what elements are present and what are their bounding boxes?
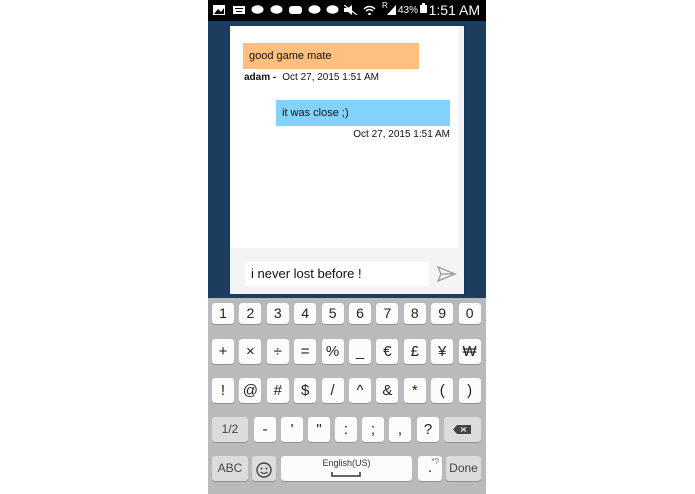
symbol-row-1: + × ÷ =% _ € £ ¥ ₩ xyxy=(208,337,486,365)
send-icon[interactable] xyxy=(435,263,457,285)
symbol-key[interactable]: £ xyxy=(403,339,426,364)
number-key[interactable]: 2 xyxy=(239,303,262,324)
symbol-key[interactable]: ( xyxy=(431,378,454,403)
number-row: 1234567890 xyxy=(208,298,486,328)
message-bubble-incoming: good game mate xyxy=(243,43,419,69)
symbol-key[interactable]: ' xyxy=(281,417,303,442)
chat-icon xyxy=(308,5,321,14)
number-key[interactable]: 1 xyxy=(212,303,234,324)
chat-icon xyxy=(270,5,283,14)
backspace-key[interactable] xyxy=(444,417,481,442)
symbol-keyboard: 1234567890 + × ÷ =% _ € £ ¥ ₩ ! @ # $ / ^ & *() 1/2- ' ":… xyxy=(208,298,486,494)
phone-screen: R 43% 1:51 AM good game mate adam - Oct 2… xyxy=(208,0,486,494)
signal-icon xyxy=(386,5,396,15)
symbol-key[interactable]: * xyxy=(403,378,426,403)
symbol-key[interactable]: @ xyxy=(239,378,262,403)
symbol-key[interactable]: , xyxy=(389,417,411,442)
status-time: 1:51 AM xyxy=(428,2,480,18)
mute-icon xyxy=(344,5,357,15)
symbol-key[interactable]: " xyxy=(308,417,330,442)
symbol-key[interactable]: / xyxy=(321,378,344,403)
message-timestamp: Oct 27, 2015 1:51 AM xyxy=(353,129,450,140)
bottom-row: ABC English(US) *? . Done xyxy=(208,454,486,484)
number-key[interactable]: 6 xyxy=(349,303,371,324)
number-key[interactable]: 3 xyxy=(266,303,289,324)
symbol-key[interactable]: - xyxy=(254,417,276,442)
number-key[interactable]: 0 xyxy=(458,303,481,324)
number-key[interactable]: 4 xyxy=(294,303,317,324)
symbol-key[interactable]: ) xyxy=(458,378,481,403)
symbol-key[interactable]: _ xyxy=(349,339,371,364)
symbol-key[interactable]: : xyxy=(335,417,357,442)
gamepad-icon xyxy=(289,6,302,14)
number-key[interactable]: 8 xyxy=(403,303,426,324)
symbol-key[interactable]: ? xyxy=(417,417,439,442)
message-input[interactable]: i never lost before ! xyxy=(245,262,429,286)
symbol-key[interactable]: + xyxy=(212,339,234,364)
period-key[interactable]: *? . xyxy=(418,456,442,481)
number-key[interactable]: 5 xyxy=(321,303,344,324)
symbol-row-3: 1/2- ' ":;,? xyxy=(208,415,486,443)
emoji-key[interactable] xyxy=(252,456,276,481)
symbol-key[interactable]: € xyxy=(376,339,399,364)
symbol-key[interactable]: = xyxy=(294,339,317,364)
symbol-key[interactable]: ^ xyxy=(349,378,371,403)
symbol-key[interactable]: # xyxy=(266,378,289,403)
space-key[interactable]: English(US) xyxy=(281,456,412,481)
photo-icon xyxy=(213,5,225,15)
symbol-key[interactable]: × xyxy=(239,339,262,364)
status-bar: R 43% 1:51 AM xyxy=(208,0,486,21)
message-list[interactable]: good game mate adam - Oct 27, 2015 1:51 A… xyxy=(230,26,458,248)
symbol-key[interactable]: ₩ xyxy=(458,339,481,364)
chat-icon xyxy=(251,5,264,14)
symbol-key[interactable]: ÷ xyxy=(266,339,289,364)
symbol-key[interactable]: & xyxy=(376,378,399,403)
battery-icon xyxy=(420,3,427,13)
battery-percent: 43% xyxy=(398,5,419,16)
wifi-icon xyxy=(363,5,376,15)
emoji-icon xyxy=(256,462,272,478)
symbol-key[interactable]: ; xyxy=(362,417,384,442)
chat-panel: good game mate adam - Oct 27, 2015 1:51 A… xyxy=(230,26,464,294)
chat-icon xyxy=(326,5,339,14)
period-hint: *? xyxy=(431,457,439,466)
space-key-label: English(US) xyxy=(322,458,371,468)
space-bar-icon xyxy=(331,472,361,477)
done-key[interactable]: Done xyxy=(446,456,481,481)
symbol-key[interactable]: ! xyxy=(212,378,234,403)
symbol-key[interactable]: ¥ xyxy=(431,339,454,364)
message-meta: adam - Oct 27, 2015 1:51 AM xyxy=(244,72,379,83)
keyboard-icon xyxy=(233,6,245,14)
symbol-row-2: ! @ # $ / ^ & *() xyxy=(208,376,486,404)
message-timestamp: Oct 27, 2015 1:51 AM xyxy=(282,72,379,83)
symbol-key[interactable]: % xyxy=(321,339,344,364)
message-author: adam - xyxy=(244,72,277,83)
symbol-key[interactable]: $ xyxy=(294,378,317,403)
abc-key[interactable]: ABC xyxy=(212,456,248,481)
message-bubble-outgoing: it was close ;) xyxy=(276,100,450,126)
number-key[interactable]: 7 xyxy=(376,303,399,324)
backspace-icon xyxy=(453,425,471,434)
symbol-key[interactable]: 1/2 xyxy=(212,417,248,442)
number-key[interactable]: 9 xyxy=(431,303,454,324)
